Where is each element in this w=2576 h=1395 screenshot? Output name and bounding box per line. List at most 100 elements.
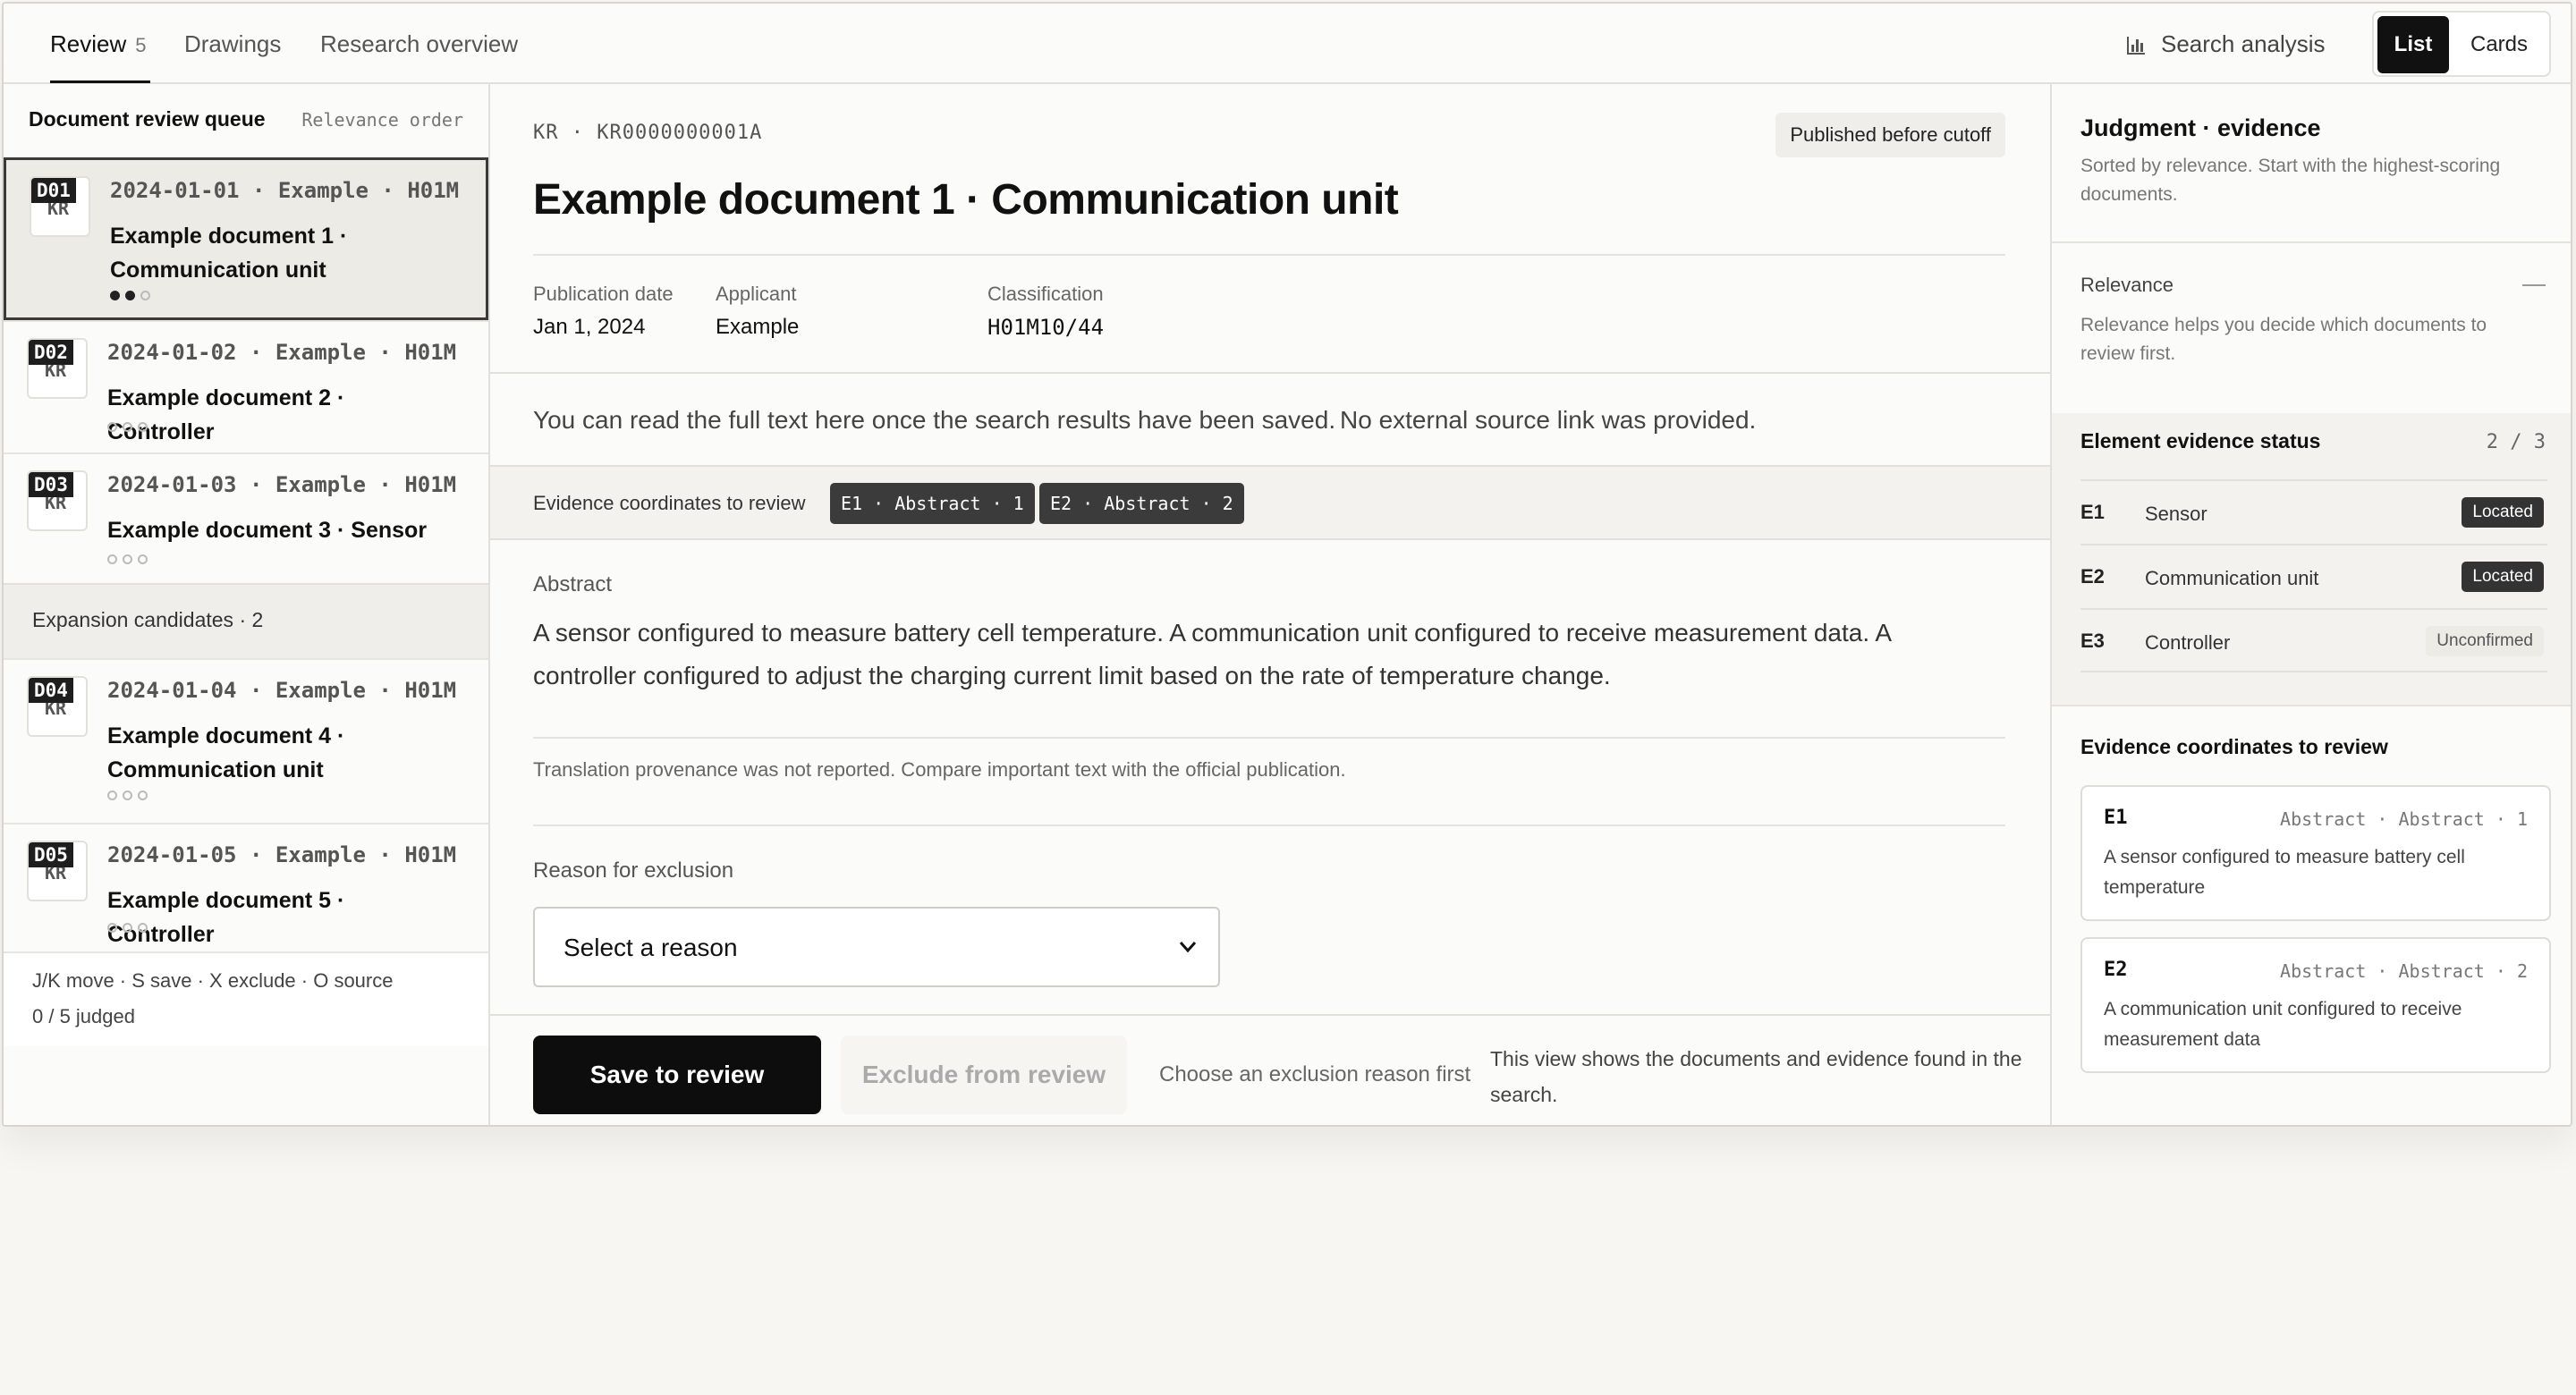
search-analysis-label: Search analysis <box>2161 30 2326 58</box>
queue-item-d04[interactable]: KR D04 2024-01-04 · Example · H01M Examp… <box>4 658 488 823</box>
relevance-label: Relevance <box>2080 274 2174 297</box>
view-toggle: List Cards <box>2372 11 2551 77</box>
queue-title: Document review queue <box>29 107 266 131</box>
translation-provenance-note: Translation provenance was not reported.… <box>533 758 1346 782</box>
divider <box>2052 705 2572 706</box>
relevance-dot <box>138 790 148 800</box>
evidence-chip-e2[interactable]: E2 · Abstract · 2 <box>1039 483 1244 524</box>
expansion-label: Expansion candidates · 2 <box>32 608 263 632</box>
evidence-card-e1[interactable]: E1 Abstract · Abstract · 1 A sensor conf… <box>2080 785 2551 921</box>
element-row-e1[interactable]: E1 Sensor Located <box>2080 479 2547 544</box>
relevance-dot <box>107 554 117 564</box>
tab-review-label: Review <box>50 30 126 57</box>
relevance-dots <box>107 554 148 564</box>
doc-code: D04 <box>29 678 73 703</box>
fulltext-notice: You can read the full text here once the… <box>490 372 2050 467</box>
doc-title: Example document 3 · Sensor <box>107 513 447 547</box>
view-cards-button[interactable]: Cards <box>2453 16 2546 73</box>
queue-sort-order[interactable]: Relevance order <box>301 109 463 131</box>
doc-meta: 2024-01-03 · Example · H01M <box>107 472 456 497</box>
judgment-title: Judgment · evidence <box>2080 114 2321 142</box>
relevance-description: Relevance helps you decide which documen… <box>2080 311 2546 368</box>
chevron-down-icon <box>1179 941 1197 953</box>
document-detail: KR · KR0000000001A Published before cuto… <box>490 84 2050 1127</box>
exclude-from-review-button[interactable]: Exclude from review <box>841 1036 1127 1114</box>
element-name: Communication unit <box>2145 567 2318 590</box>
save-to-review-button[interactable]: Save to review <box>533 1036 821 1114</box>
evidence-id: E2 <box>2104 959 2128 981</box>
element-row-e3[interactable]: E3 Controller Unconfirmed <box>2080 608 2547 672</box>
relevance-dot <box>125 291 135 300</box>
queue-item-d01[interactable]: KR D01 2024-01-01 · Example · H01M Examp… <box>4 157 488 320</box>
queue-item-d05[interactable]: KR D05 2024-01-05 · Example · H01M Examp… <box>4 823 488 951</box>
relevance-dot <box>138 422 148 432</box>
judged-count: 0 / 5 judged <box>32 1005 135 1028</box>
element-id: E2 <box>2080 565 2105 588</box>
shortcut-hints: J/K move · S save · X exclude · O source <box>32 969 393 993</box>
divider <box>533 737 2005 739</box>
doc-badge: KR D03 <box>27 470 88 531</box>
expansion-candidates-header[interactable]: Expansion candidates · 2 <box>4 583 488 658</box>
divider <box>2052 241 2572 243</box>
tab-review[interactable]: Review5 <box>50 30 147 58</box>
relevance-dots <box>110 291 150 300</box>
evidence-chip-e1[interactable]: E1 · Abstract · 1 <box>830 483 1035 524</box>
relevance-dot <box>123 790 132 800</box>
abstract-text: A sensor configured to measure battery c… <box>533 612 1982 698</box>
fulltext-note: You can read the full text here once the… <box>533 406 1335 435</box>
judgment-panel: Judgment · evidence Sorted by relevance.… <box>2050 84 2572 1127</box>
doc-title: Example document 5 · Controller <box>107 884 447 951</box>
tab-drawings[interactable]: Drawings <box>184 30 281 58</box>
element-row-e2[interactable]: E2 Communication unit Located <box>2080 544 2547 608</box>
abstract-label: Abstract <box>533 572 612 597</box>
evidence-card-e2[interactable]: E2 Abstract · Abstract · 2 A communicati… <box>2080 937 2551 1073</box>
doc-title: Example document 2 · Controller <box>107 381 447 449</box>
doc-badge: KR D01 <box>30 176 90 237</box>
relevance-dot <box>138 554 148 564</box>
judgment-subtitle: Sorted by relevance. Start with the high… <box>2080 152 2546 209</box>
evidence-coordinates-bar: Evidence coordinates to review E1 · Abst… <box>490 467 2050 540</box>
doc-title: Example document 1 · Communication unit <box>110 219 450 287</box>
view-list-button[interactable]: List <box>2377 16 2449 73</box>
evidence-location: Abstract · Abstract · 2 <box>2280 960 2528 982</box>
doc-meta: 2024-01-01 · Example · H01M <box>110 178 459 203</box>
queue-item-d03[interactable]: KR D03 2024-01-03 · Example · H01M Examp… <box>4 452 488 583</box>
divider <box>533 824 2005 826</box>
doc-badge: KR D04 <box>27 676 88 737</box>
action-bar: Save to review Exclude from review Choos… <box>490 1014 2050 1127</box>
exclusion-reason-select[interactable]: Select a reason <box>533 907 1220 987</box>
doc-meta: 2024-01-04 · Example · H01M <box>107 678 456 703</box>
evidence-location: Abstract · Abstract · 1 <box>2280 808 2528 830</box>
exclude-hint: Choose an exclusion reason first <box>1159 1062 1470 1087</box>
element-evidence-count: 2 / 3 <box>2487 431 2546 453</box>
doc-meta: 2024-01-05 · Example · H01M <box>107 842 456 867</box>
publication-date-label: Publication date <box>533 283 674 306</box>
doc-code: D05 <box>29 842 73 867</box>
doc-badge: KR D05 <box>27 841 88 901</box>
relevance-dots <box>107 790 148 800</box>
relevance-dot <box>123 422 132 432</box>
relevance-dot <box>123 923 132 933</box>
applicant-value: Example <box>716 315 799 340</box>
relevance-dots <box>107 923 148 933</box>
doc-code: D01 <box>31 178 76 203</box>
active-tab-indicator <box>50 80 150 83</box>
tab-research-overview[interactable]: Research overview <box>320 30 518 58</box>
publication-date-value: Jan 1, 2024 <box>533 315 645 340</box>
relevance-dot <box>107 923 117 933</box>
queue-item-d02[interactable]: KR D02 2024-01-02 · Example · H01M Examp… <box>4 320 488 452</box>
relevance-collapse-icon[interactable] <box>2522 284 2546 286</box>
search-analysis-button[interactable]: Search analysis <box>2125 30 2326 58</box>
app-window: Review5 Drawings Research overview Searc… <box>2 2 2572 1127</box>
page-title: Example document 1 · Communication unit <box>533 175 1398 224</box>
doc-code: D02 <box>29 340 73 365</box>
evidence-id: E1 <box>2104 807 2128 829</box>
element-id: E3 <box>2080 630 2105 653</box>
source-note: No external source link was provided. <box>1340 406 1756 435</box>
element-name: Sensor <box>2145 503 2207 526</box>
element-id: E1 <box>2080 501 2105 524</box>
classification-value: H01M10/44 <box>987 315 1104 340</box>
status-badge: Located <box>2462 497 2544 528</box>
relevance-dot <box>110 291 120 300</box>
top-bar: Review5 Drawings Research overview Searc… <box>4 4 2571 84</box>
